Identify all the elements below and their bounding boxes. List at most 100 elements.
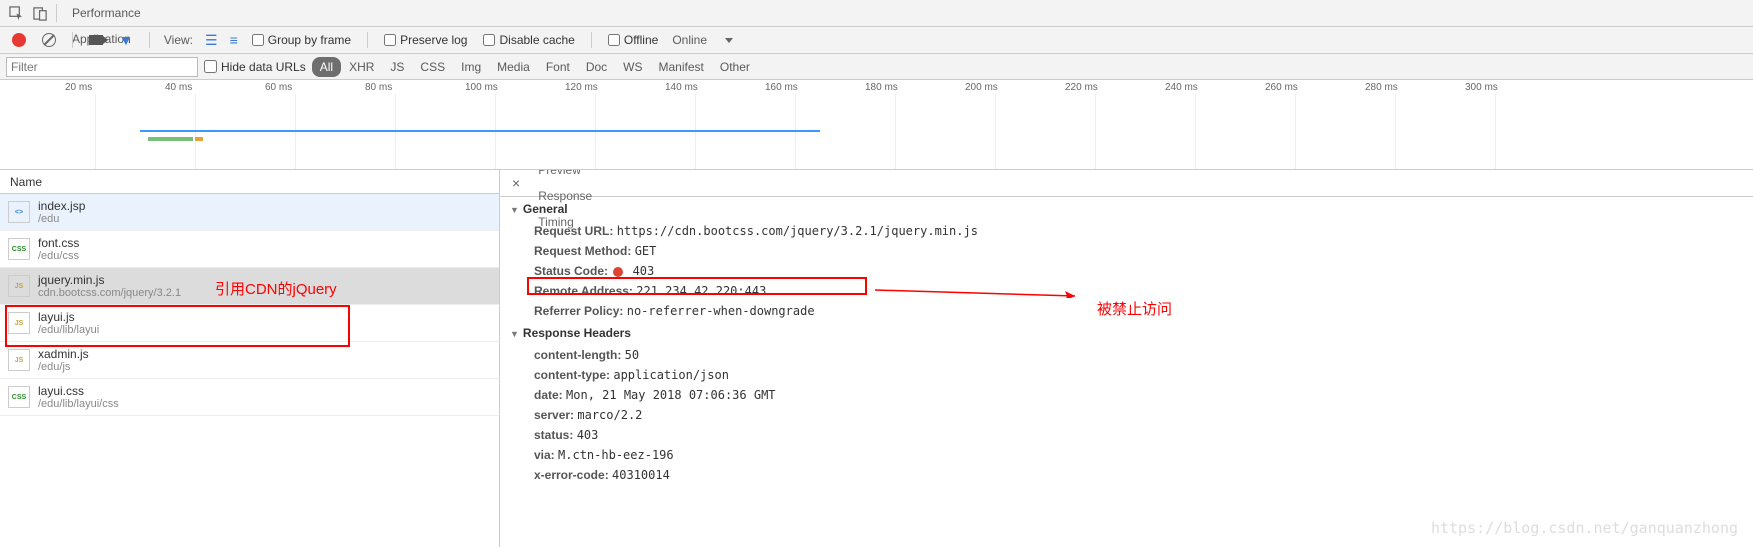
details-tab-preview[interactable]: Preview: [528, 170, 602, 183]
filter-icon[interactable]: ▼: [119, 32, 133, 48]
js-file-icon: JS: [8, 349, 30, 371]
network-toolbar: ▼ View: ☰ ≡ Group by frame Preserve log …: [0, 27, 1753, 54]
header-row: x-error-code: 40310014: [500, 465, 1753, 485]
request-name: xadmin.js: [38, 347, 89, 361]
request-row[interactable]: <> index.jsp/edu: [0, 194, 499, 231]
request-row[interactable]: JS xadmin.js/edu/js: [0, 342, 499, 379]
request-path: /edu/lib/layui/css: [38, 398, 119, 410]
preserve-log-checkbox[interactable]: Preserve log: [384, 33, 467, 47]
timeline-tick: 20 ms: [65, 82, 92, 93]
filter-type-xhr[interactable]: XHR: [341, 57, 382, 77]
header-key: content-length:: [534, 348, 621, 362]
timeline-tick: 240 ms: [1165, 82, 1198, 93]
timeline-tick: 300 ms: [1465, 82, 1498, 93]
header-key: date:: [534, 388, 563, 402]
header-row: Request Method: GET: [500, 241, 1753, 261]
header-row: via: M.ctn-hb-eez-196: [500, 445, 1753, 465]
html-file-icon: <>: [8, 201, 30, 223]
filter-type-ws[interactable]: WS: [615, 57, 650, 77]
request-name: layui.js: [38, 310, 99, 324]
filter-type-manifest[interactable]: Manifest: [651, 57, 712, 77]
filter-type-other[interactable]: Other: [712, 57, 758, 77]
timeline-gridline: [1195, 94, 1196, 169]
filter-type-media[interactable]: Media: [489, 57, 538, 77]
hide-data-urls-checkbox[interactable]: Hide data URLs: [204, 60, 306, 74]
header-value: 221.234.42.220:443: [636, 284, 766, 298]
header-key: x-error-code:: [534, 468, 609, 482]
record-icon[interactable]: [12, 33, 26, 47]
css-file-icon: CSS: [8, 238, 30, 260]
section-header[interactable]: Response Headers: [500, 321, 1753, 345]
header-value: no-referrer-when-downgrade: [627, 304, 815, 318]
screenshot-icon[interactable]: [89, 35, 103, 45]
name-column-header[interactable]: Name: [0, 170, 499, 194]
timeline-tick: 140 ms: [665, 82, 698, 93]
clear-icon[interactable]: [42, 33, 56, 47]
filter-type-all[interactable]: All: [312, 57, 341, 77]
throttling-select[interactable]: Online: [672, 33, 707, 47]
overview-timeline[interactable]: 20 ms40 ms60 ms80 ms100 ms120 ms140 ms16…: [0, 80, 1753, 170]
header-row: date: Mon, 21 May 2018 07:06:36 GMT: [500, 385, 1753, 405]
header-value: 50: [625, 348, 639, 362]
inspect-element-icon[interactable]: [4, 1, 28, 25]
timeline-gridline: [1095, 94, 1096, 169]
separator: [591, 32, 592, 48]
separator: [72, 32, 73, 48]
group-by-frame-checkbox[interactable]: Group by frame: [252, 33, 351, 47]
request-path: cdn.bootcss.com/jquery/3.2.1: [38, 287, 181, 299]
request-name: index.jsp: [38, 199, 85, 213]
header-value: 403: [577, 428, 599, 442]
header-value: 40310014: [612, 468, 670, 482]
device-toolbar-icon[interactable]: [28, 1, 52, 25]
header-row: Request URL: https://cdn.bootcss.com/jqu…: [500, 221, 1753, 241]
waterfall-icon[interactable]: ≡: [230, 32, 238, 48]
request-row[interactable]: CSSlayui.css/edu/lib/layui/css: [0, 379, 499, 416]
header-row: content-type: application/json: [500, 365, 1753, 385]
filter-type-img[interactable]: Img: [453, 57, 489, 77]
timeline-tick: 120 ms: [565, 82, 598, 93]
details-panel: × HeadersPreviewResponseTiming GeneralRe…: [500, 170, 1753, 547]
request-path: /edu/js: [38, 361, 89, 373]
timeline-tick: 280 ms: [1365, 82, 1398, 93]
timeline-tick: 60 ms: [265, 82, 292, 93]
header-row: Status Code: 403: [500, 261, 1753, 281]
filter-type-css[interactable]: CSS: [412, 57, 453, 77]
request-row[interactable]: CSSfont.css/edu/css: [0, 231, 499, 268]
header-key: Request URL:: [534, 224, 613, 238]
timeline-tick: 160 ms: [765, 82, 798, 93]
timeline-gridline: [1495, 94, 1496, 169]
filter-bar: Hide data URLs AllXHRJSCSSImgMediaFontDo…: [0, 54, 1753, 80]
dropdown-icon[interactable]: [725, 38, 733, 43]
request-path: /edu: [38, 213, 85, 225]
header-key: Status Code:: [534, 264, 608, 278]
timeline-request-bar: [195, 137, 203, 141]
filter-type-font[interactable]: Font: [538, 57, 578, 77]
request-path: /edu/lib/layui: [38, 324, 99, 336]
css-file-icon: CSS: [8, 386, 30, 408]
main-split: Name <> index.jsp/edu CSSfont.css/edu/css J…: [0, 170, 1753, 547]
header-value: GET: [635, 244, 657, 258]
header-key: server:: [534, 408, 574, 422]
tab-performance[interactable]: Performance: [61, 0, 152, 26]
filter-input[interactable]: [6, 57, 198, 77]
close-icon[interactable]: ×: [504, 175, 528, 191]
large-rows-icon[interactable]: ☰: [205, 32, 218, 49]
disable-cache-checkbox[interactable]: Disable cache: [483, 33, 574, 47]
filter-type-doc[interactable]: Doc: [578, 57, 615, 77]
separator: [367, 32, 368, 48]
timeline-request-bar: [148, 137, 193, 141]
devtools-tab-bar: ElementsConsoleSourcesNetworkPerformance…: [0, 0, 1753, 27]
header-value: marco/2.2: [577, 408, 642, 422]
timeline-tick: 40 ms: [165, 82, 192, 93]
header-value: 403: [625, 264, 654, 278]
request-path: /edu/css: [38, 250, 79, 262]
filter-type-js[interactable]: JS: [382, 57, 412, 77]
section-header[interactable]: General: [500, 197, 1753, 221]
timeline-tick: 200 ms: [965, 82, 998, 93]
request-list-panel: Name <> index.jsp/edu CSSfont.css/edu/css J…: [0, 170, 500, 547]
request-row[interactable]: JSlayui.js/edu/lib/layui: [0, 305, 499, 342]
offline-checkbox[interactable]: Offline: [608, 33, 658, 47]
separator: [56, 4, 57, 22]
header-value: Mon, 21 May 2018 07:06:36 GMT: [566, 388, 776, 402]
view-label: View:: [164, 33, 193, 47]
